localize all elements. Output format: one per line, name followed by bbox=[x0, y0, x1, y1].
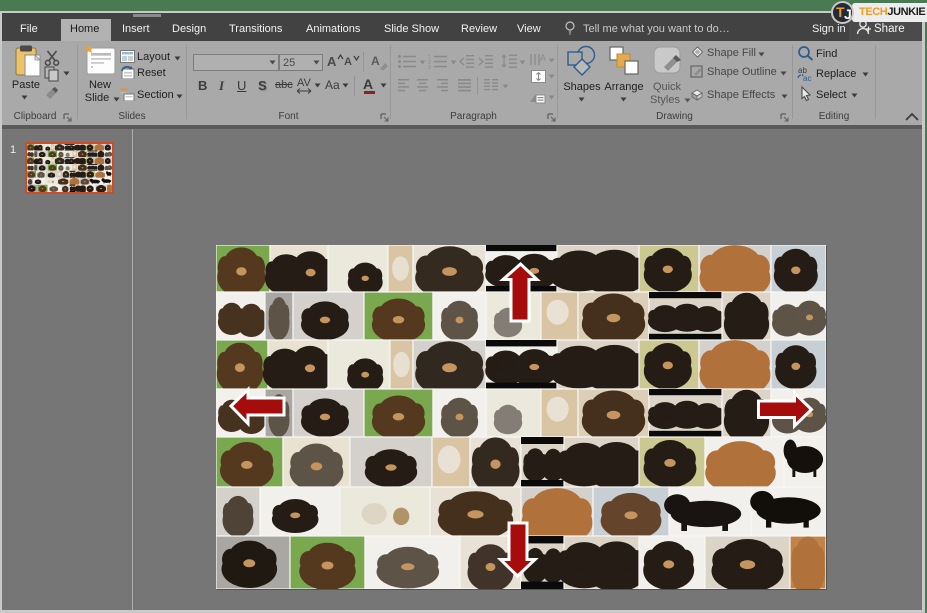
svg-text:3: 3 bbox=[428, 65, 431, 69]
svg-text:ac: ac bbox=[803, 74, 811, 82]
svg-text:A: A bbox=[540, 53, 546, 63]
